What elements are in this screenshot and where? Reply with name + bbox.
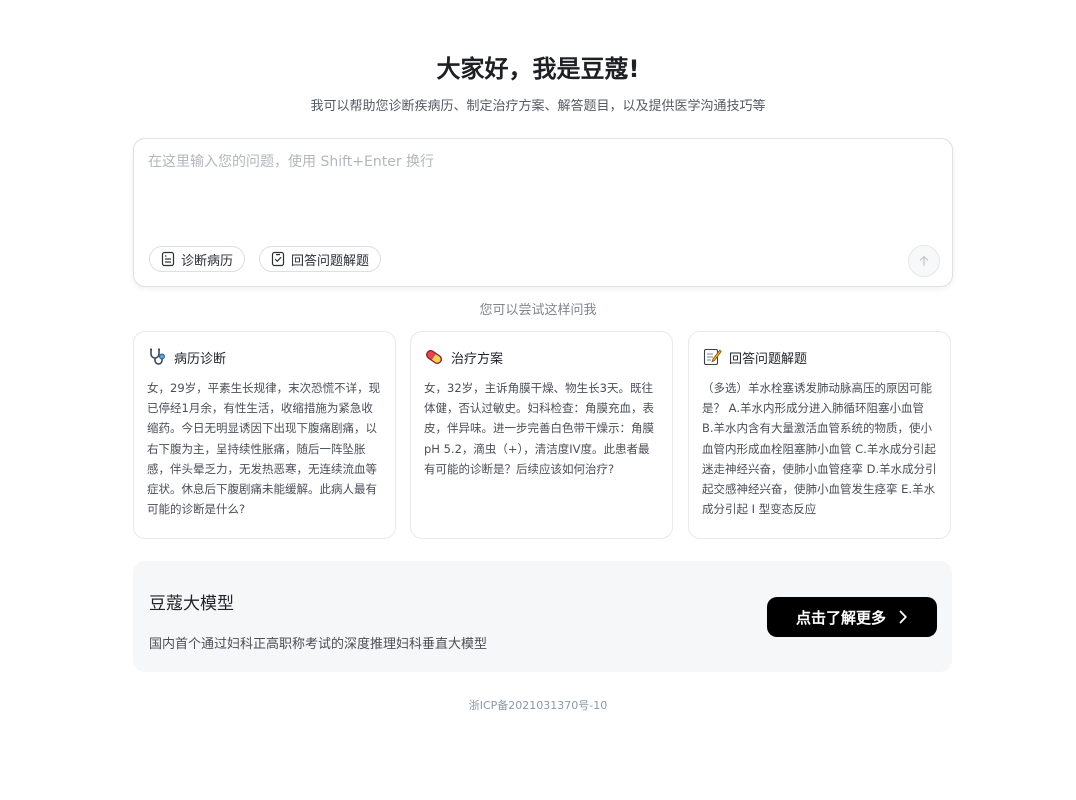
document-list-icon [160, 251, 176, 267]
memo-icon [702, 347, 722, 367]
diagnose-record-chip-label: 诊断病历 [181, 253, 234, 269]
promo-title: 豆蔻大模型 [149, 594, 234, 614]
answer-question-chip-label: 回答问题解题 [291, 253, 370, 269]
diagnose-record-chip[interactable]: 诊断病历 [149, 246, 246, 272]
icp-record-link[interactable]: 浙ICP备2021031370号-10 [0, 697, 1076, 715]
question-input[interactable] [148, 151, 928, 231]
model-promo-banner: 豆蔻大模型 国内首个通过妇科正高职称考试的深度推理妇科垂直大模型 点击了解更多 [133, 561, 952, 672]
learn-more-button-label: 点击了解更多 [795, 608, 886, 627]
answer-question-chip[interactable]: 回答问题解题 [259, 246, 382, 272]
suggestion-card-question[interactable]: 回答问题解题 （多选）羊水栓塞诱发肺动脉高压的原因可能是？ A.羊水内形成分进入… [688, 331, 951, 539]
suggestion-card-title: 病历诊断 [174, 351, 227, 367]
suggestion-card-body: 女，32岁，主诉角膜干燥、物生长3天。既往体健，否认过敏史。妇科检查：角膜充血，… [424, 381, 654, 476]
checklist-icon [270, 251, 286, 267]
chat-composer: 诊断病历 回答问题解题 [133, 138, 953, 287]
send-button[interactable] [908, 245, 940, 277]
suggestion-card-title: 治疗方案 [451, 351, 504, 367]
chevron-right-icon [898, 610, 908, 624]
suggestion-card-treatment[interactable]: 治疗方案 女，32岁，主诉角膜干燥、物生长3天。既往体健，否认过敏史。妇科检查：… [410, 331, 673, 539]
pill-icon [424, 347, 444, 367]
page: 大家好，我是豆蔻! 我可以帮助您诊断疾病历、制定治疗方案、解答题目，以及提供医学… [0, 0, 1076, 800]
suggestion-card-diagnosis[interactable]: 病历诊断 女，29岁，平素生长规律，末次恐慌不详，现已停经1月余，有性生活，收缩… [133, 331, 396, 539]
suggestion-card-body: 女，29岁，平素生长规律，末次恐慌不详，现已停经1月余，有性生活，收缩措施为紧急… [147, 381, 381, 517]
suggestion-card-title: 回答问题解题 [729, 351, 808, 367]
learn-more-button[interactable]: 点击了解更多 [767, 597, 937, 637]
arrow-up-icon [918, 252, 930, 271]
page-subtitle: 我可以帮助您诊断疾病历、制定治疗方案、解答题目，以及提供医学沟通技巧等 [310, 99, 766, 114]
page-title: 大家好，我是豆蔻! [436, 55, 640, 83]
promo-description: 国内首个通过妇科正高职称考试的深度推理妇科垂直大模型 [149, 637, 488, 652]
stethoscope-icon [147, 347, 167, 367]
suggestion-card-body: （多选）羊水栓塞诱发肺动脉高压的原因可能是？ A.羊水内形成分进入肺循环阻塞小血… [702, 381, 937, 517]
suggestion-hint: 您可以尝试这样问我 [479, 303, 597, 318]
